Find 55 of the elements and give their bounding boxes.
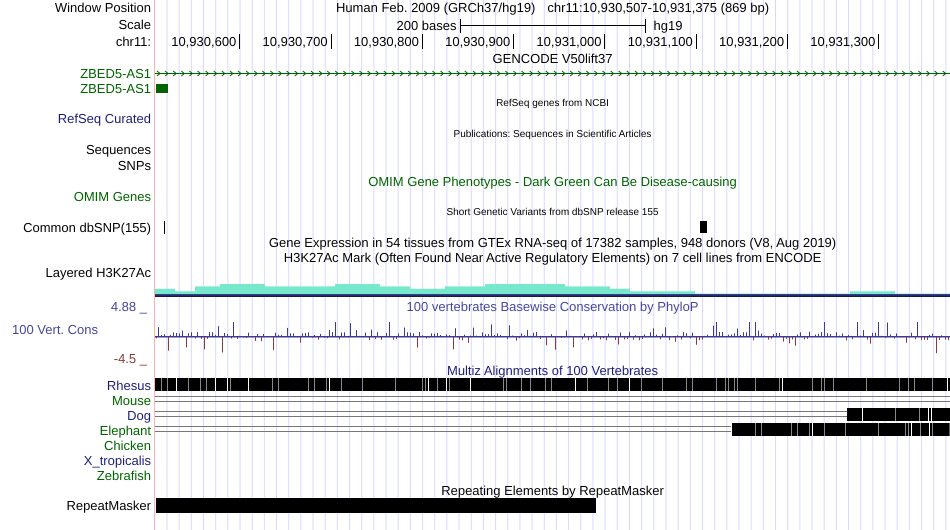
track-title: GENCODE V50lift37 [492,51,612,66]
track-label: Sequences [86,142,151,157]
track-label: Common dbSNP(155) [23,220,151,235]
ruler-tick-label: 10,931,000 [536,34,602,50]
track-label: Chicken [104,438,151,453]
axis-min-label: -4.5 _ [114,350,148,366]
track-title: Publications: Sequences in Scientific Articles [454,128,652,142]
track-label: OMIM Genes [74,189,151,204]
track-label: ZBED5-AS1 [80,66,151,81]
track-title: 100 vertebrates Basewise Conservation by PhyloP [406,299,698,314]
ruler-tick-label: 10,931,300 [810,34,876,50]
track-label: Dog [127,408,151,423]
ruler-tick-label: 10,930,800 [354,34,420,50]
track-title: Gene Expression in 54 tissues from GTEx RNA-seq of 17382 samples, 948 donors (V8, Aug 2019) [268,235,836,250]
track-label: SNPs [118,158,151,173]
assembly-name: Human Feb. 2009 (GRCh37/hg19) [336,0,536,16]
track-title: Multiz Alignments of 100 Vertebrates [446,363,658,378]
ruler-tick [878,34,880,49]
ruler-tick-label: 10,930,600 [171,34,238,50]
ruler-tick-label: 10,930,900 [445,34,512,50]
track-label: Elephant [100,423,151,438]
variant-mark [700,221,707,233]
track-label: Zebrafish [96,468,151,483]
scale-length: 200 bases [396,18,458,34]
track-label: Layered H3K27Ac [45,265,151,280]
ruler-tick-label: 10,931,200 [719,34,786,50]
track-title: OMIM Gene Phenotypes - Dark Green Can Be Disease-causing [368,174,737,189]
track-label: ZBED5-AS1 [80,81,151,96]
scale-assembly: hg19 [652,18,684,34]
row-label: Window Position [54,0,151,16]
row-label: chr11: [116,34,151,50]
track-title: H3K27Ac Mark (Often Found Near Active Regulatory Elements) on 7 cell lines from ENCODE [284,250,822,265]
exon-block [156,84,168,93]
ruler-tick [239,34,240,49]
ruler-tick [696,34,697,49]
track-label: X_tropicalis [84,453,151,468]
track-title: Short Genetic Variants from dbSNP release 155 [446,206,658,220]
axis-max-label: 4.88 _ [110,299,148,314]
ruler-tick [330,34,332,49]
ruler-tick [422,34,423,49]
track-label: Rhesus [106,378,151,393]
track-title: Repeating Elements by RepeatMasker [441,483,664,498]
ruler-tick-label: 10,930,700 [262,34,329,50]
track-label: 100 Vert. Cons [12,322,98,337]
ruler-tick [787,34,788,49]
position-range: chr11:10,930,507-10,931,375 (869 bp) [547,0,770,16]
track-label: RefSeq Curated [58,111,151,126]
variant-mark [164,221,165,234]
track-label: RepeatMasker [66,498,151,513]
ruler-tick-label: 10,931,100 [628,34,694,50]
ruler-tick [513,34,514,49]
track-label: Mouse [112,393,151,408]
row-label: Scale [118,17,151,33]
ruler-tick [604,34,606,49]
track-title: RefSeq genes from NCBI [496,97,609,111]
